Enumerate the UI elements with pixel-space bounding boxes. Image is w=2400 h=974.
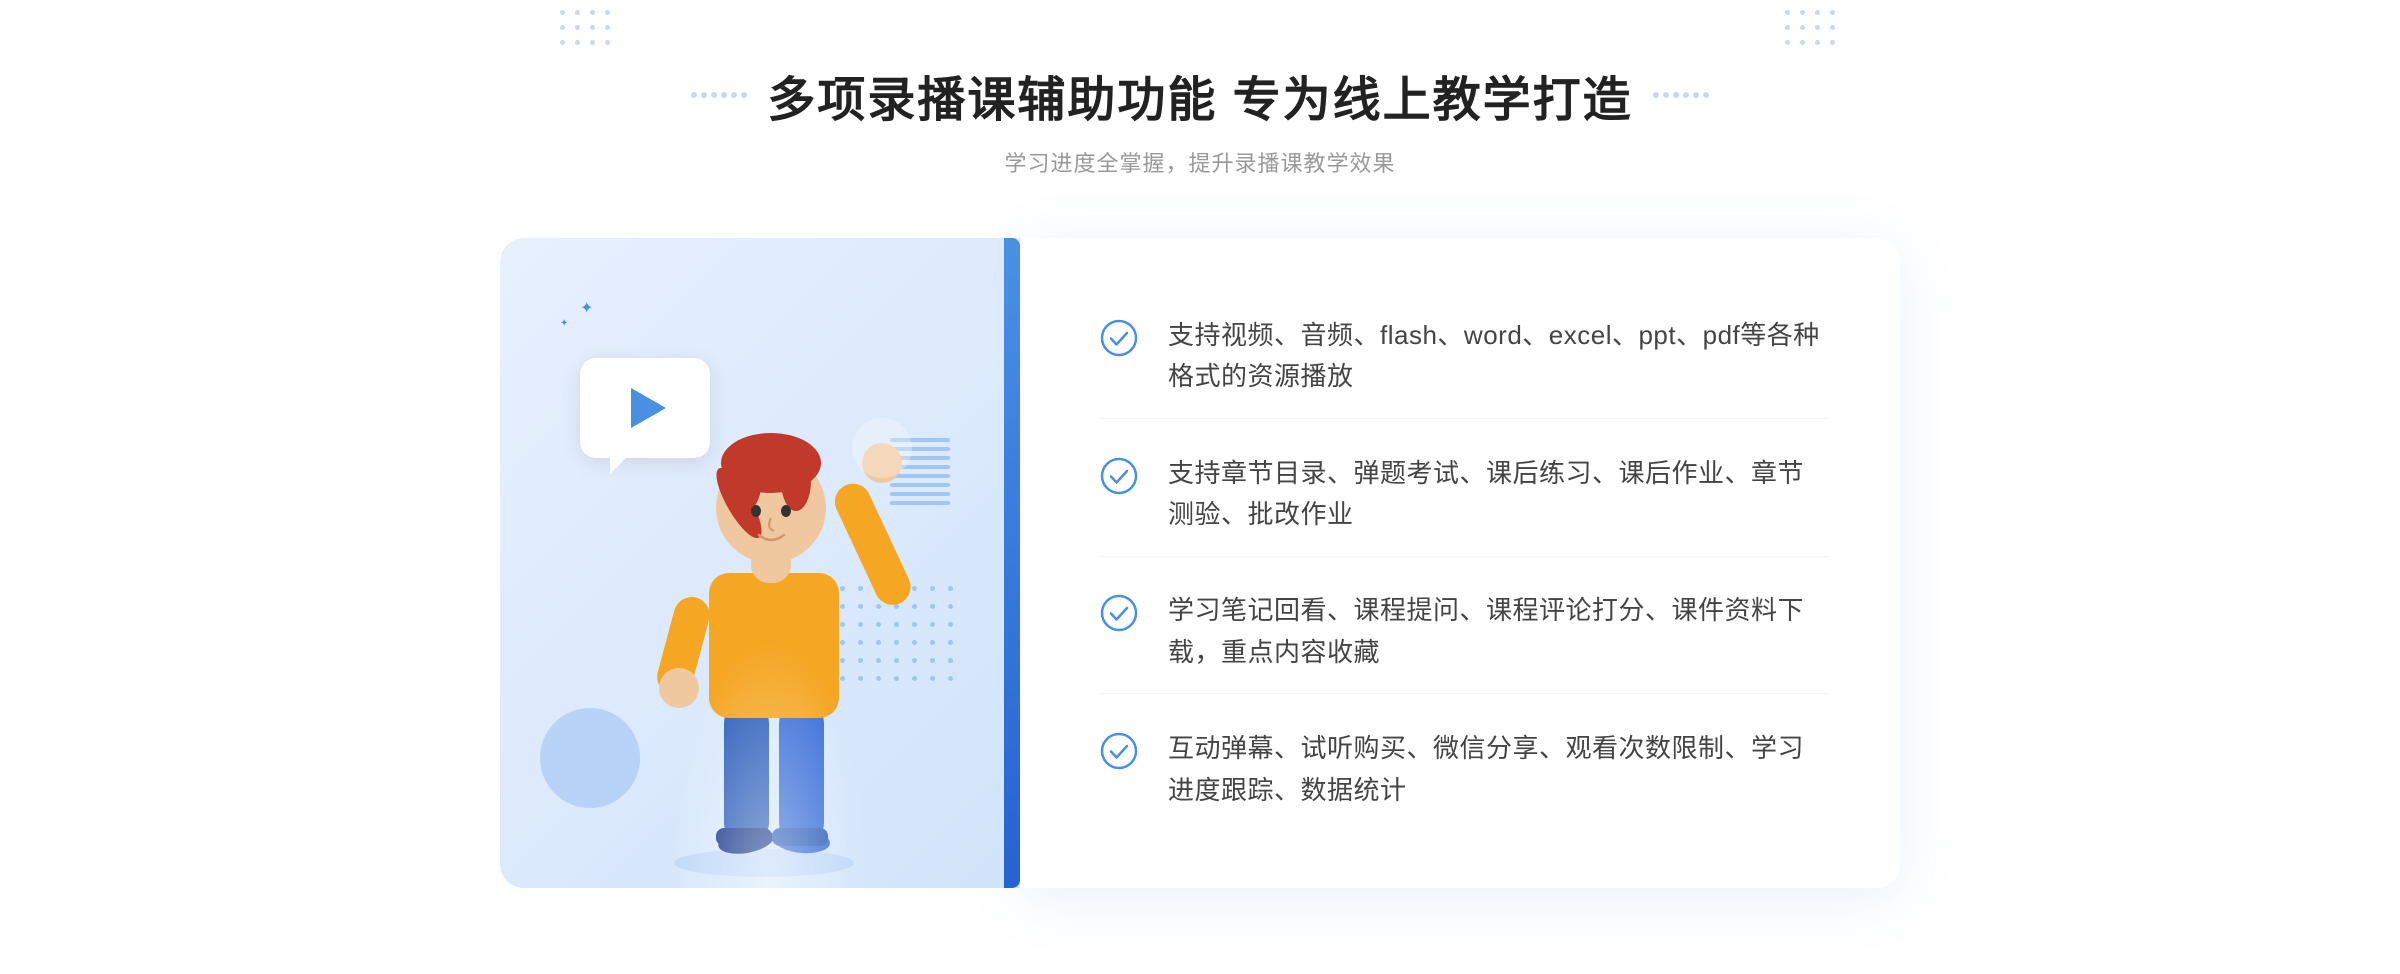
header-dots-left bbox=[560, 10, 615, 50]
features-panel: 支持视频、音频、flash、word、excel、ppt、pdf等各种格式的资源… bbox=[1020, 238, 1900, 888]
check-icon-3 bbox=[1100, 594, 1138, 632]
feature-item-3: 学习笔记回看、课程提问、课程评论打分、课件资料下载，重点内容收藏 bbox=[1100, 570, 1830, 694]
feature-item-2: 支持章节目录、弹题考试、课后练习、课后作业、章节测验、批改作业 bbox=[1100, 433, 1830, 557]
header-title-row: 多项录播课辅助功能 专为线上教学打造 bbox=[691, 60, 1708, 130]
illustration-area bbox=[500, 238, 1020, 888]
feature-text-2: 支持章节目录、弹题考试、课后练习、课后作业、章节测验、批改作业 bbox=[1168, 453, 1830, 536]
check-icon-4 bbox=[1100, 732, 1138, 770]
feature-text-3: 学习笔记回看、课程提问、课程评论打分、课件资料下载，重点内容收藏 bbox=[1168, 590, 1830, 673]
header-section: 多项录播课辅助功能 专为线上教学打造 学习进度全掌握，提升录播课教学效果 bbox=[691, 60, 1708, 178]
page-title: 多项录播课辅助功能 专为线上教学打造 bbox=[767, 60, 1632, 130]
header-dots-right bbox=[1785, 10, 1840, 50]
check-icon-1 bbox=[1100, 319, 1138, 357]
header-decorative-dots-left bbox=[691, 92, 747, 98]
blob-decoration bbox=[540, 708, 640, 808]
header-subtitle: 学习进度全掌握，提升录播课教学效果 bbox=[691, 146, 1708, 178]
page-wrapper: 多项录播课辅助功能 专为线上教学打造 学习进度全掌握，提升录播课教学效果 » bbox=[0, 0, 2400, 974]
header-decorative-dots-right bbox=[1653, 92, 1709, 98]
feature-item-4: 互动弹幕、试听购买、微信分享、观看次数限制、学习进度跟踪、数据统计 bbox=[1100, 708, 1830, 831]
main-content: » bbox=[500, 238, 1900, 888]
feature-text-1: 支持视频、音频、flash、word、excel、ppt、pdf等各种格式的资源… bbox=[1168, 315, 1830, 398]
feature-text-4: 互动弹幕、试听购买、微信分享、观看次数限制、学习进度跟踪、数据统计 bbox=[1168, 728, 1830, 811]
feature-item-1: 支持视频、音频、flash、word、excel、ppt、pdf等各种格式的资源… bbox=[1100, 295, 1830, 419]
person-illustration bbox=[634, 363, 914, 888]
check-icon-2 bbox=[1100, 457, 1138, 495]
